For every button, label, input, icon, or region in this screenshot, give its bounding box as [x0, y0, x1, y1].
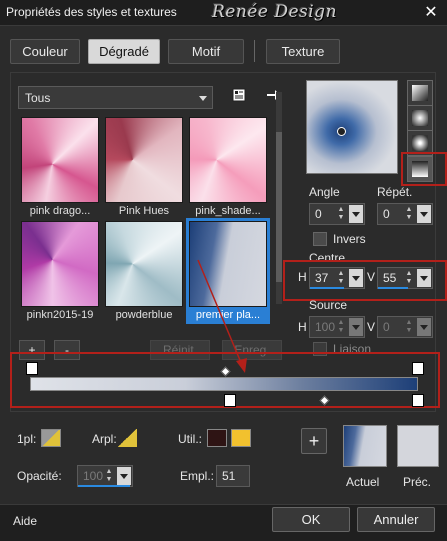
angle-spinbox[interactable]: 0 ▲ ▼ — [309, 203, 365, 225]
repeat-spinbox[interactable]: 0 ▲ ▼ — [377, 203, 433, 225]
centre-point-handle[interactable] — [337, 127, 346, 136]
centre-h-spinbox[interactable]: 37 ▲ ▼ — [309, 267, 365, 289]
invert-checkbox[interactable] — [313, 232, 327, 246]
gradient-thumb-pink-dragon[interactable] — [21, 117, 99, 203]
source-h-label: H — [298, 320, 307, 334]
centre-h-label: H — [298, 270, 307, 284]
library-filter-value: Tous — [25, 91, 51, 105]
value-bar — [378, 287, 408, 289]
window-title: Propriétés des styles et textures — [6, 5, 177, 19]
user-color-swatch-2[interactable] — [231, 429, 251, 447]
centre-v-spinbox[interactable]: 55 ▲ ▼ — [377, 267, 433, 289]
watermark-logo: Renée Design — [212, 2, 338, 22]
location-input[interactable]: 51 — [216, 465, 250, 487]
opacity-spinbox[interactable]: 100 ▲ ▼ — [77, 465, 133, 487]
gradient-thumb-powderblue[interactable] — [105, 221, 183, 307]
source-v-spinbox[interactable]: 0 ▲ ▼ — [377, 316, 433, 338]
rectangular-style-button[interactable] — [407, 105, 433, 131]
gradient-thumb-pinkn2015[interactable] — [21, 221, 99, 307]
repeat-label: Répét. — [377, 185, 413, 199]
cancel-button[interactable]: Annuler — [357, 507, 435, 532]
gradient-thumb-label: pink_shade... — [195, 205, 261, 217]
chevron-down-icon[interactable] — [417, 205, 431, 223]
gradient-thumb-label: powderblue — [115, 309, 173, 321]
chevron-down-icon[interactable] — [417, 318, 431, 336]
close-button[interactable]: ✕ — [418, 1, 444, 23]
current-label: Actuel — [346, 475, 380, 489]
angle-label: Angle — [309, 185, 340, 199]
gradient-bottom-stop[interactable] — [224, 394, 236, 407]
add-to-swatches-button[interactable]: + — [301, 428, 327, 454]
tab-degrade[interactable]: Dégradé — [88, 39, 160, 64]
background-label: Arpl: — [92, 432, 117, 446]
spin-arrows-icon[interactable]: ▲ ▼ — [336, 319, 346, 335]
previous-label: Préc. — [403, 475, 432, 489]
background-swatch[interactable] — [117, 429, 137, 447]
chevron-down-icon[interactable] — [417, 269, 431, 287]
gradient-top-stop[interactable] — [26, 362, 38, 375]
chevron-down-icon[interactable] — [349, 318, 363, 336]
value-bar — [310, 287, 344, 289]
spin-arrows-icon[interactable]: ▲ ▼ — [404, 270, 414, 286]
library-options-icon[interactable] — [229, 85, 249, 105]
annotation-arrow-icon — [197, 259, 247, 373]
scrollbar-thumb[interactable] — [276, 132, 282, 282]
centre-v-label: V — [367, 270, 376, 284]
opacity-label: Opacité: — [17, 469, 62, 483]
first-plane-label: 1pl: — [17, 432, 37, 446]
tab-couleur[interactable]: Couleur — [10, 39, 80, 64]
gradient-thumb-pink-hues[interactable] — [105, 117, 183, 203]
linear-style-button[interactable] — [407, 80, 433, 106]
gradient-thumb-pink-shades[interactable] — [189, 117, 267, 203]
gradient-top-stop[interactable] — [412, 362, 424, 375]
gradient-bottom-stop[interactable] — [412, 394, 424, 407]
invert-label: Invers — [333, 232, 366, 246]
help-link[interactable]: Aide — [13, 514, 37, 528]
source-v-label: V — [367, 320, 376, 334]
library-scrollbar[interactable] — [276, 92, 282, 304]
previous-gradient-swatch[interactable] — [397, 425, 439, 467]
first-plane-swatch[interactable] — [41, 429, 61, 447]
chevron-down-icon — [199, 96, 207, 101]
tab-separator — [254, 40, 255, 62]
tab-texture[interactable]: Texture — [266, 39, 340, 64]
spin-arrows-icon[interactable]: ▲ ▼ — [336, 206, 346, 222]
current-gradient-swatch[interactable] — [343, 425, 387, 467]
gradient-thumb-label: pink drago... — [29, 205, 91, 217]
user-color-swatch-1[interactable] — [207, 429, 227, 447]
user-label: Util.: — [178, 432, 202, 446]
title-bar: Propriétés des styles et textures Renée … — [0, 0, 447, 26]
gradient-preview[interactable] — [306, 80, 398, 174]
source-h-spinbox[interactable]: 100 ▲ ▼ — [309, 316, 365, 338]
spin-arrows-icon[interactable]: ▲ ▼ — [404, 206, 414, 222]
spin-arrows-icon[interactable]: ▲ ▼ — [404, 319, 414, 335]
spin-arrows-icon[interactable]: ▲ ▼ — [104, 468, 114, 484]
gradient-thumb-label: Pink Hues — [118, 205, 170, 217]
gradient-thumb-label: pinkn2015-19 — [26, 309, 94, 321]
ok-button[interactable]: OK — [272, 507, 350, 532]
highlight-box — [401, 152, 447, 186]
chevron-down-icon[interactable] — [349, 205, 363, 223]
tab-motif[interactable]: Motif — [168, 39, 244, 64]
chevron-down-icon[interactable] — [117, 467, 131, 485]
spin-arrows-icon[interactable]: ▲ ▼ — [336, 270, 346, 286]
location-label: Empl.: — [180, 469, 215, 483]
value-bar — [78, 485, 130, 487]
chevron-down-icon[interactable] — [349, 269, 363, 287]
library-filter-dropdown[interactable]: Tous — [18, 86, 213, 109]
source-label: Source — [309, 298, 348, 312]
